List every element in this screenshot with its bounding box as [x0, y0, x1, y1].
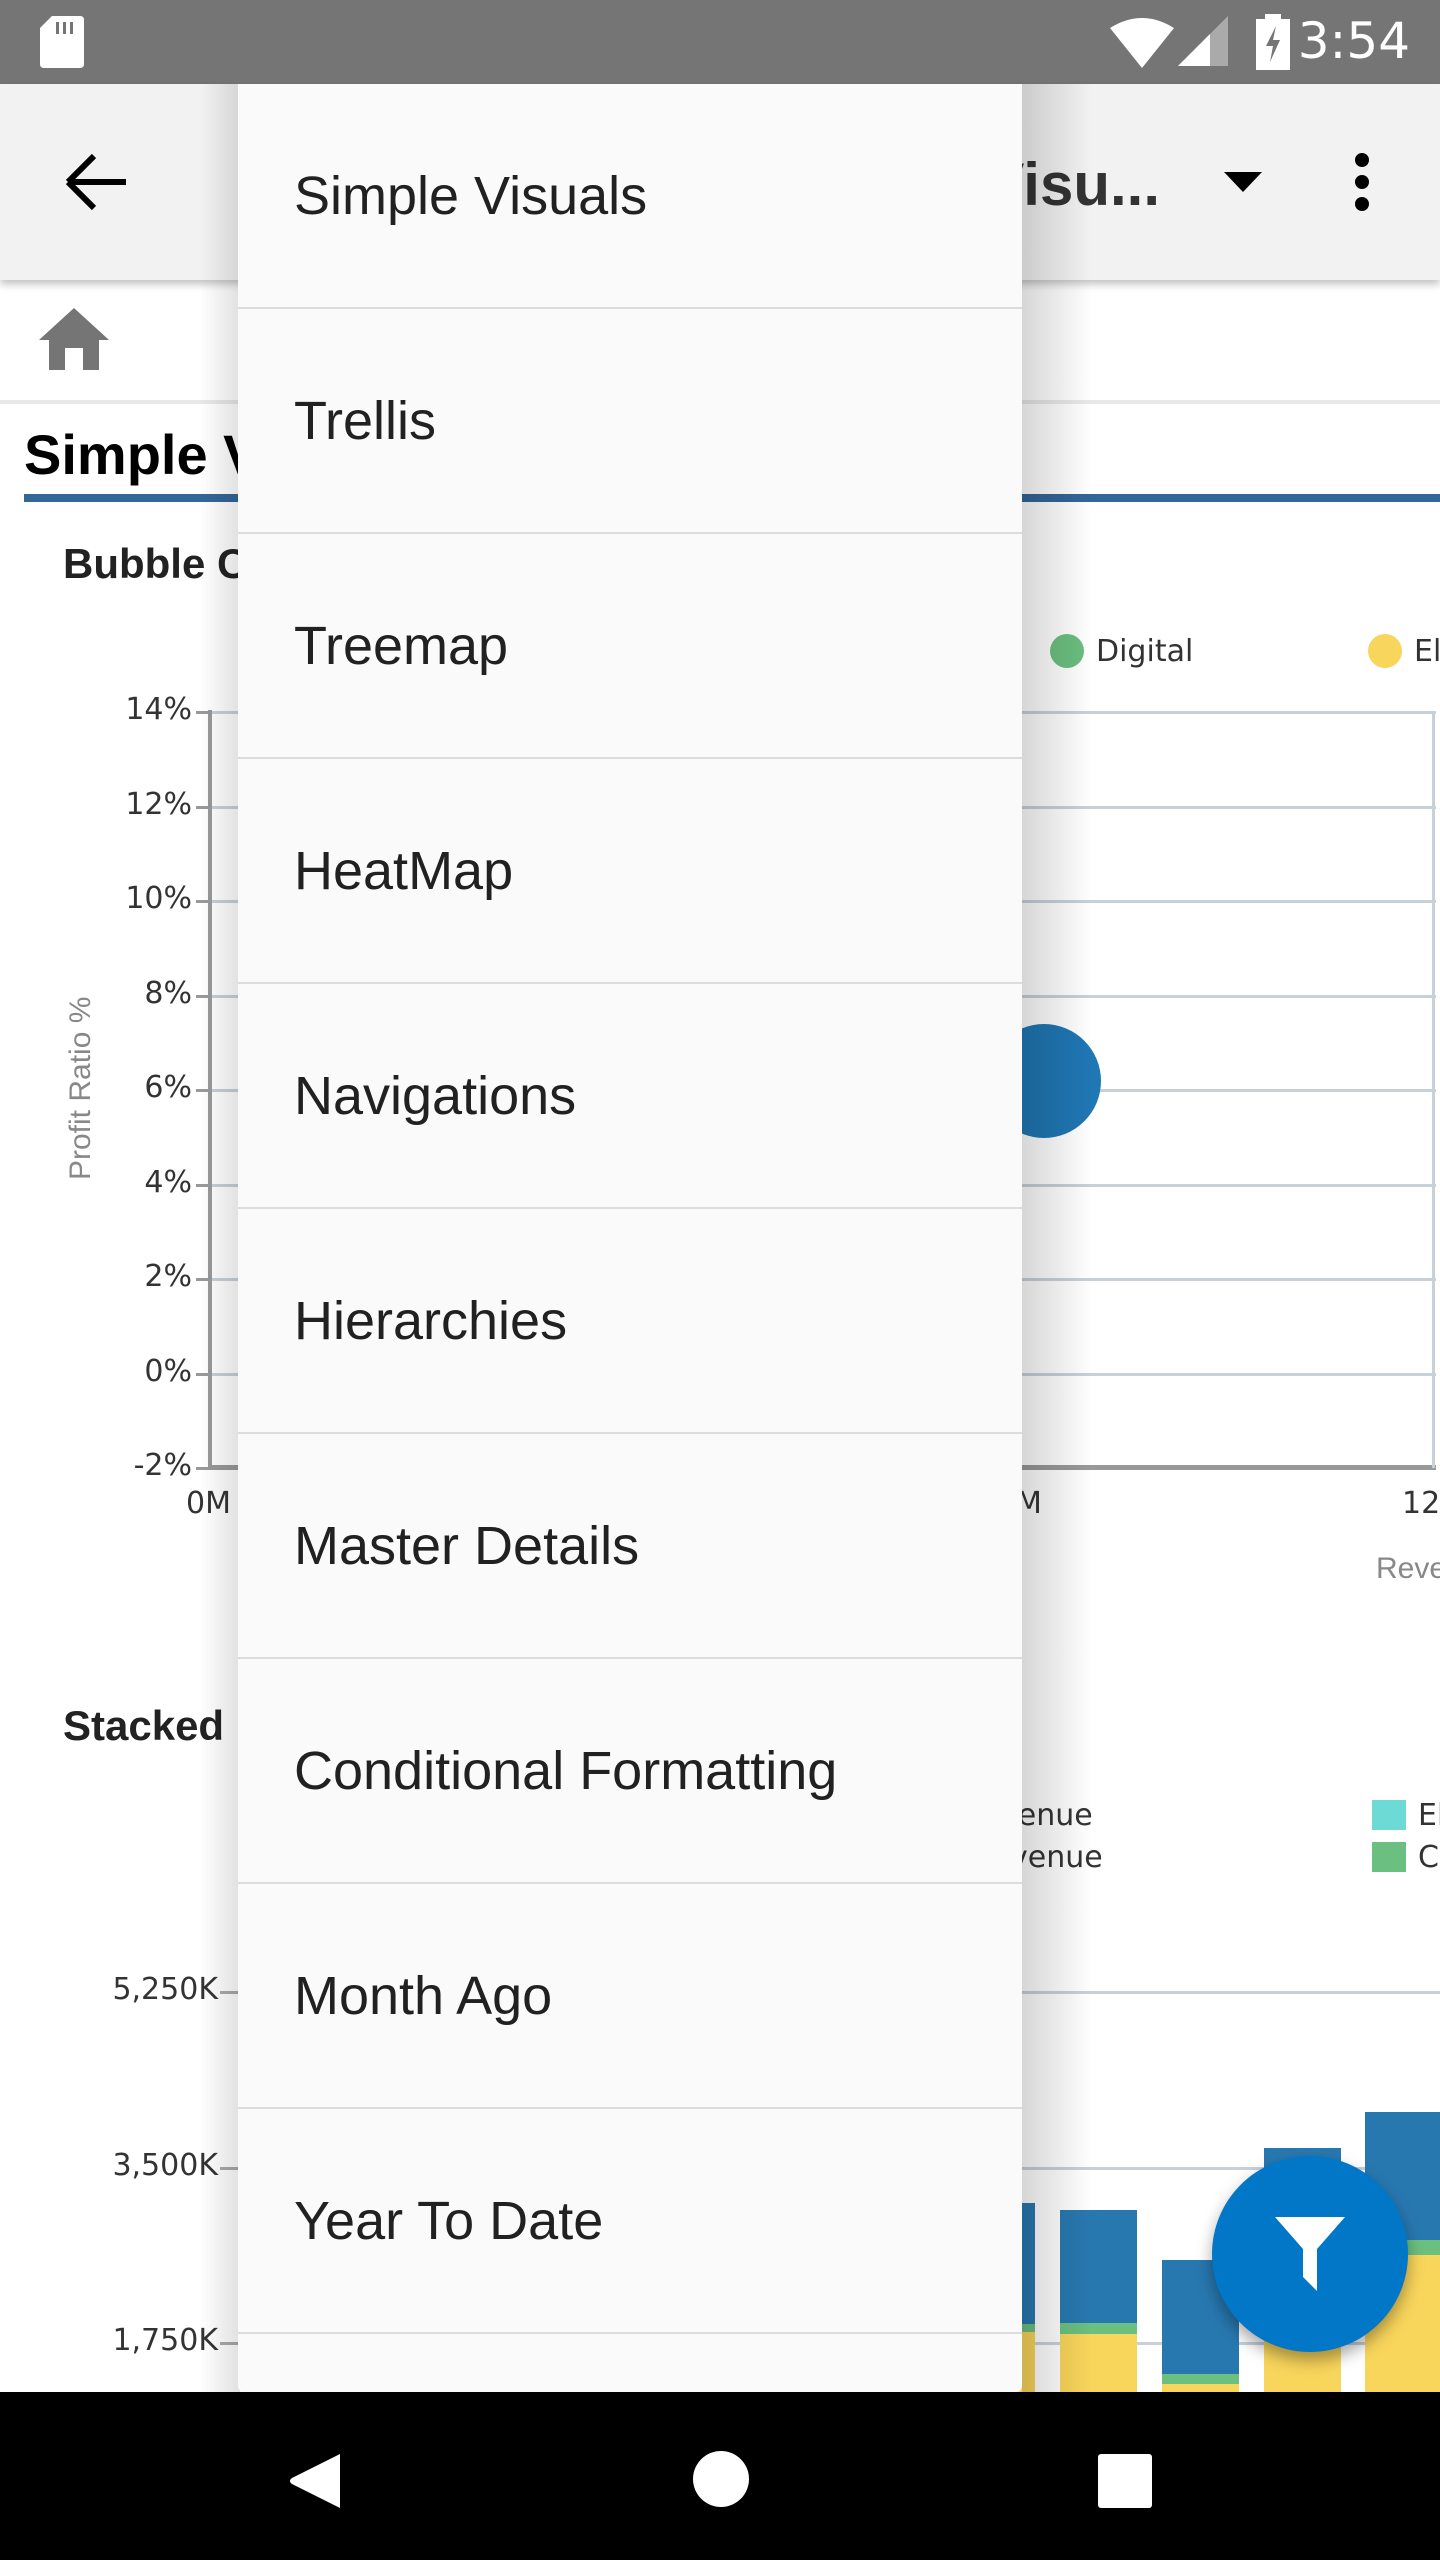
- home-icon[interactable]: [39, 308, 109, 370]
- sd-card-icon: [40, 16, 84, 68]
- menu-item-label: Year To Date: [294, 2190, 604, 2251]
- y-tick-8: -2%: [133, 1448, 192, 1483]
- dashboard-dropdown-menu: Simple Visuals Trellis Treemap HeatMap Navig…: [238, 84, 1022, 2392]
- y-tick-1: 12%: [125, 786, 192, 822]
- menu-item-label: Trellis: [294, 390, 436, 451]
- legend-swatch-c: [1372, 1842, 1406, 1872]
- menu-item-label: Navigations: [294, 1065, 577, 1126]
- y-tick-0: 14%: [125, 692, 192, 727]
- status-bar: 3:54: [0, 0, 1440, 84]
- gridline-vertical: [1432, 712, 1435, 1468]
- wifi-icon: [1110, 18, 1174, 68]
- legend-swatch-el: [1368, 634, 1402, 668]
- menu-item-label: Hierarchies: [294, 1290, 568, 1351]
- x-tick-2: 12: [1402, 1486, 1440, 1521]
- x-axis-label: Reve: [1376, 1552, 1440, 1585]
- legend-label-el: El: [1414, 634, 1440, 669]
- menu-item-label: Month Ago: [294, 1965, 553, 2026]
- menu-item-trellis[interactable]: Trellis: [238, 309, 1022, 534]
- filter-button[interactable]: [1212, 2156, 1408, 2352]
- filter-icon: [1275, 2217, 1345, 2291]
- menu-item-label: Simple Visuals: [294, 165, 648, 226]
- menu-item-label: Treemap: [294, 615, 509, 676]
- y-tick-7: 0%: [144, 1353, 192, 1389]
- y-tick-4: 6%: [144, 1070, 192, 1105]
- y-tick-6: 2%: [144, 1259, 192, 1294]
- legend-label-c: C: [1418, 1840, 1439, 1875]
- menu-item-navigations[interactable]: Navigations: [238, 984, 1022, 1209]
- y-axis-label: Profit Ratio %: [64, 996, 97, 1180]
- y-tick-3: 8%: [144, 975, 192, 1011]
- menu-item-hierarchies[interactable]: Hierarchies: [238, 1209, 1022, 1434]
- menu-item-simple-visuals[interactable]: Simple Visuals: [238, 84, 1022, 309]
- cellular-signal-icon: [1178, 16, 1228, 66]
- menu-item-label: Master Details: [294, 1515, 640, 1576]
- legend-label-digital: Digital: [1096, 634, 1194, 669]
- navigation-bar: [0, 2392, 1440, 2560]
- dropdown-triangle-icon[interactable]: [1224, 172, 1262, 192]
- arrow-back-icon[interactable]: [64, 152, 128, 212]
- clock: 3:54: [1297, 12, 1410, 70]
- menu-item-label: Conditional Formatting: [294, 1740, 838, 1801]
- y-tick-5: 4%: [144, 1164, 192, 1200]
- y-tick-2: 10%: [125, 881, 192, 916]
- nav-home-icon[interactable]: [692, 2450, 750, 2508]
- battery-charging-icon: [1256, 14, 1290, 70]
- menu-item-month-ago[interactable]: Month Ago: [238, 1884, 1022, 2109]
- nav-recents-icon[interactable]: [1098, 2454, 1152, 2508]
- menu-item-master-details[interactable]: Master Details: [238, 1434, 1022, 1659]
- legend-swatch-el: [1372, 1800, 1406, 1830]
- legend-label-el: El: [1418, 1798, 1440, 1833]
- more-vert-icon[interactable]: [1350, 152, 1374, 212]
- menu-item-year-to-date[interactable]: Year To Date: [238, 2109, 1022, 2334]
- menu-item-treemap[interactable]: Treemap: [238, 534, 1022, 759]
- menu-item-heatmap[interactable]: HeatMap: [238, 759, 1022, 984]
- menu-item-label: HeatMap: [294, 840, 514, 901]
- stacked-bar-segment[interactable]: [1162, 2374, 1239, 2385]
- menu-shadow-right: [1022, 84, 1092, 2392]
- menu-item-conditional-formatting[interactable]: Conditional Formatting: [238, 1659, 1022, 1884]
- menu-shadow-left: [200, 84, 240, 2392]
- nav-back-icon[interactable]: [288, 2452, 342, 2510]
